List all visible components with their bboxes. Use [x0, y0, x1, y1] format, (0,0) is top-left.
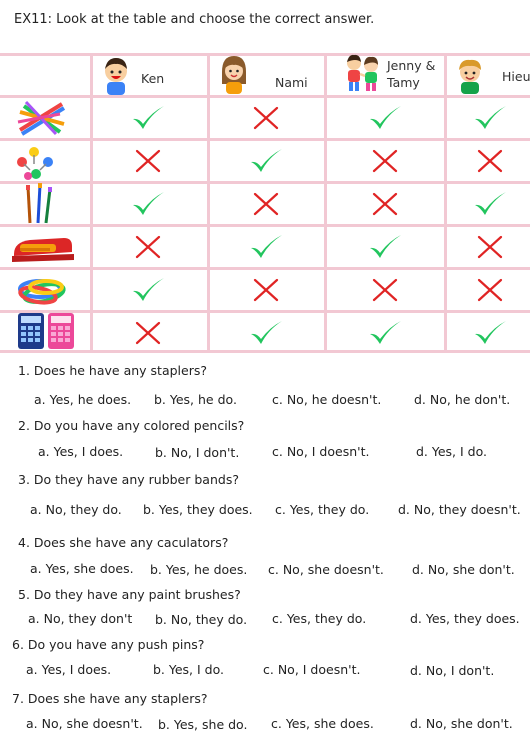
- answer-option[interactable]: d. Yes, I do.: [416, 444, 487, 459]
- colored-pencils-icon: [17, 100, 66, 136]
- answer-option[interactable]: a. Yes, I does.: [38, 444, 123, 459]
- answer-option[interactable]: a. No, they do.: [30, 502, 122, 517]
- answer-option[interactable]: a. Yes, she does.: [30, 561, 134, 576]
- exercise-title: EX11: Look at the table and choose the c…: [14, 12, 375, 27]
- check-icon: [475, 192, 506, 215]
- column-label-nami: Nami: [275, 75, 308, 90]
- answer-option[interactable]: b. Yes, she do.: [158, 717, 247, 732]
- table-col-divider: [444, 53, 447, 353]
- answer-option[interactable]: c. Yes, she does.: [271, 716, 374, 731]
- answer-option[interactable]: c. Yes, they do.: [272, 611, 366, 626]
- check-icon: [370, 235, 401, 258]
- check-icon: [133, 192, 164, 215]
- cross-icon: [135, 321, 161, 345]
- cross-icon: [253, 278, 279, 302]
- cross-icon: [372, 192, 398, 216]
- calculators-icon: [18, 313, 74, 349]
- cross-icon: [135, 235, 161, 259]
- cross-icon: [477, 235, 503, 259]
- check-icon: [251, 235, 282, 258]
- answer-option[interactable]: c. No, I doesn't.: [263, 662, 360, 677]
- cross-icon: [477, 149, 503, 173]
- question-3: 3. Do they have any rubber bands?: [18, 472, 239, 487]
- column-label-jenny: Jenny &: [387, 58, 436, 73]
- answer-option[interactable]: b. Yes, they does.: [143, 502, 253, 517]
- cross-icon: [372, 278, 398, 302]
- column-label-ken: Ken: [141, 71, 165, 86]
- question-1: 1. Does he have any staplers?: [18, 363, 207, 378]
- check-icon: [475, 106, 506, 129]
- stapler-icon: [12, 238, 74, 262]
- question-7: 7. Does she have any staplers?: [12, 691, 208, 706]
- check-icon: [475, 321, 506, 344]
- answer-option[interactable]: b. Yes, I do.: [153, 662, 224, 677]
- check-icon: [251, 321, 282, 344]
- answer-option[interactable]: d. No, she don't.: [410, 716, 513, 731]
- boy-blond-avatar-icon: [459, 59, 481, 94]
- answer-option[interactable]: d. No, they doesn't.: [398, 502, 521, 517]
- header-jenny-tamy: Jenny & Tamy: [327, 53, 444, 96]
- answer-option[interactable]: a. Yes, he does.: [34, 392, 131, 407]
- header-hieu: Hieu: [447, 53, 530, 96]
- cross-icon: [253, 106, 279, 130]
- answer-option[interactable]: c. No, I doesn't.: [272, 444, 369, 459]
- table-col-divider: [324, 53, 327, 353]
- table-col-divider: [207, 53, 210, 353]
- header-nami: Nami: [210, 53, 324, 96]
- answer-option[interactable]: b. Yes, he does.: [150, 562, 247, 577]
- question-6: 6. Do you have any push pins?: [12, 637, 205, 652]
- answer-option[interactable]: d. Yes, they does.: [410, 611, 520, 626]
- answer-option[interactable]: c. No, she doesn't.: [268, 562, 384, 577]
- answer-option[interactable]: d. No, she don't.: [412, 562, 515, 577]
- answer-option[interactable]: c. Yes, they do.: [275, 502, 369, 517]
- table-col-divider: [90, 53, 93, 353]
- rubber-bands-icon: [18, 279, 66, 305]
- answer-option[interactable]: b. Yes, he do.: [154, 392, 237, 407]
- cross-icon: [135, 149, 161, 173]
- check-icon: [133, 278, 164, 301]
- question-5: 5. Do they have any paint brushes?: [18, 587, 241, 602]
- push-pins-icon: [17, 147, 53, 180]
- answer-option[interactable]: c. No, he doesn't.: [272, 392, 381, 407]
- check-icon: [370, 321, 401, 344]
- answer-option[interactable]: a. No, they don't: [28, 611, 132, 626]
- two-kids-avatar-icon: [347, 54, 378, 91]
- cross-icon: [477, 278, 503, 302]
- paint-brushes-icon: [26, 183, 52, 224]
- answer-option[interactable]: b. No, I don't.: [155, 445, 239, 460]
- answer-option[interactable]: a. No, she doesn't.: [26, 716, 143, 731]
- check-icon: [133, 106, 164, 129]
- boy-avatar-icon: [105, 58, 127, 95]
- answer-option[interactable]: a. Yes, I does.: [26, 662, 111, 677]
- cross-icon: [372, 149, 398, 173]
- cross-icon: [253, 192, 279, 216]
- question-4: 4. Does she have any caculators?: [18, 535, 229, 550]
- question-2: 2. Do you have any colored pencils?: [18, 418, 245, 433]
- column-label-tamy: Tamy: [387, 75, 420, 90]
- answer-option[interactable]: d. No, he don't.: [414, 392, 510, 407]
- answer-option[interactable]: b. No, they do.: [155, 612, 247, 627]
- check-icon: [251, 149, 282, 172]
- header-ken: Ken: [93, 53, 207, 96]
- column-label-hieu: Hieu: [502, 69, 530, 84]
- check-icon: [370, 106, 401, 129]
- girl-avatar-icon: [222, 56, 246, 94]
- answer-table: Ken Nami Jenny & Tamy Hieu: [0, 53, 530, 353]
- answer-option[interactable]: d. No, I don't.: [410, 663, 494, 678]
